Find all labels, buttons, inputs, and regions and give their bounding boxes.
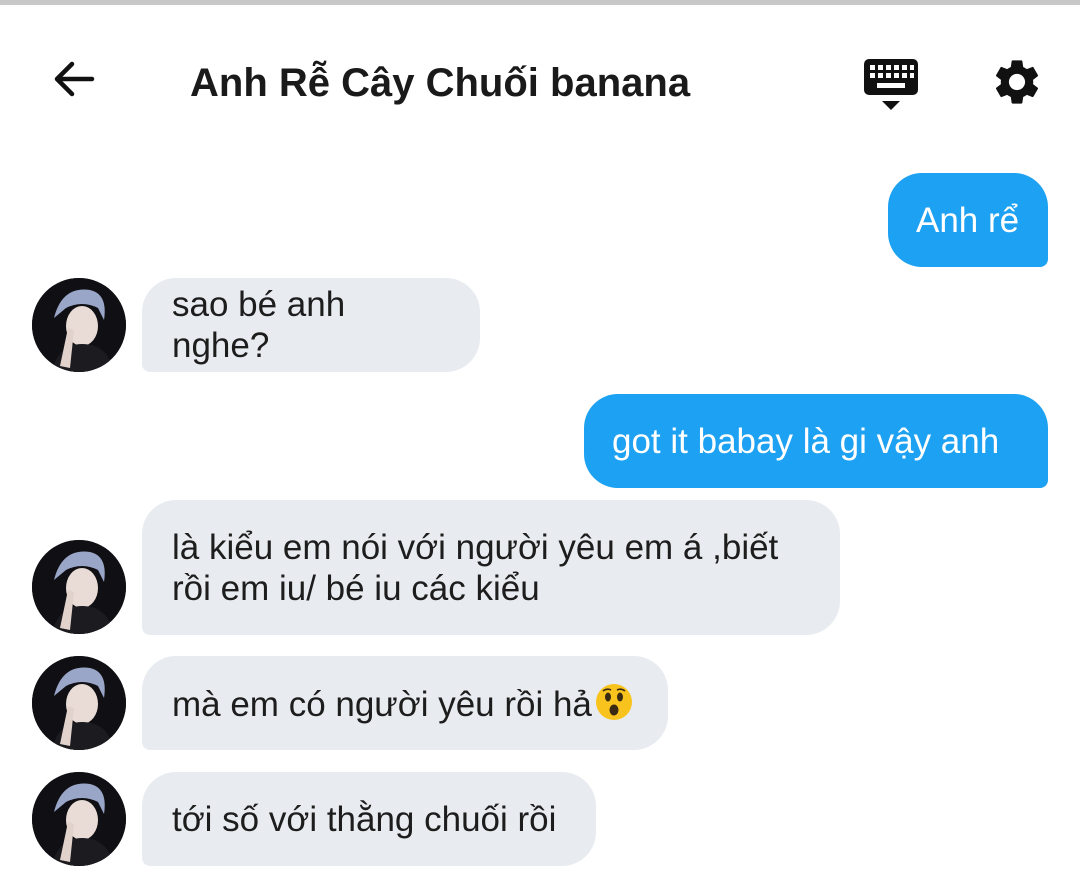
avatar[interactable]	[32, 278, 126, 372]
keyboard-button[interactable]	[862, 57, 920, 113]
incoming-bubble[interactable]: sao bé anh nghe?	[142, 278, 480, 372]
message-text-line: rồi em iu/ bé iu các kiểu	[172, 568, 540, 608]
gear-icon	[995, 60, 1039, 104]
conversation-title: Anh Rễ Cây Chuối banana	[190, 61, 691, 105]
outgoing-bubble[interactable]: Anh rể	[888, 173, 1048, 267]
settings-button[interactable]	[990, 55, 1044, 109]
message-text-row: mà em có người yêu rồi hả	[172, 682, 638, 725]
avatar[interactable]	[32, 772, 126, 866]
astonished-face-emoji-icon	[595, 683, 632, 720]
message-text-line: là kiểu em nói với người yêu em á ,biết	[172, 527, 779, 567]
message-text: mà em có người yêu rồi hả	[172, 684, 592, 724]
chat-header: Anh Rễ Cây Chuối banana	[0, 5, 1080, 140]
avatar-photo-icon	[32, 772, 126, 866]
avatar-photo-icon	[32, 656, 126, 750]
message-text: Anh rể	[916, 200, 1020, 240]
keyboard-icon	[864, 59, 918, 110]
avatar-photo-icon	[32, 540, 126, 634]
avatar[interactable]	[32, 656, 126, 750]
incoming-bubble[interactable]: là kiểu em nói với người yêu em á ,biết …	[142, 500, 840, 635]
message-text: sao bé anh nghe?	[172, 285, 346, 365]
arrow-left-icon	[54, 61, 95, 97]
avatar[interactable]	[32, 540, 126, 634]
message-text: tới số với thằng chuối rồi	[172, 799, 557, 839]
incoming-bubble[interactable]: mà em có người yêu rồi hả	[142, 656, 668, 750]
message-text: got it babay là gi vậy anh	[612, 421, 1000, 461]
avatar-photo-icon	[32, 278, 126, 372]
back-button[interactable]	[48, 55, 100, 103]
incoming-bubble[interactable]: tới số với thằng chuối rồi	[142, 772, 596, 866]
outgoing-bubble[interactable]: got it babay là gi vậy anh	[584, 394, 1048, 488]
